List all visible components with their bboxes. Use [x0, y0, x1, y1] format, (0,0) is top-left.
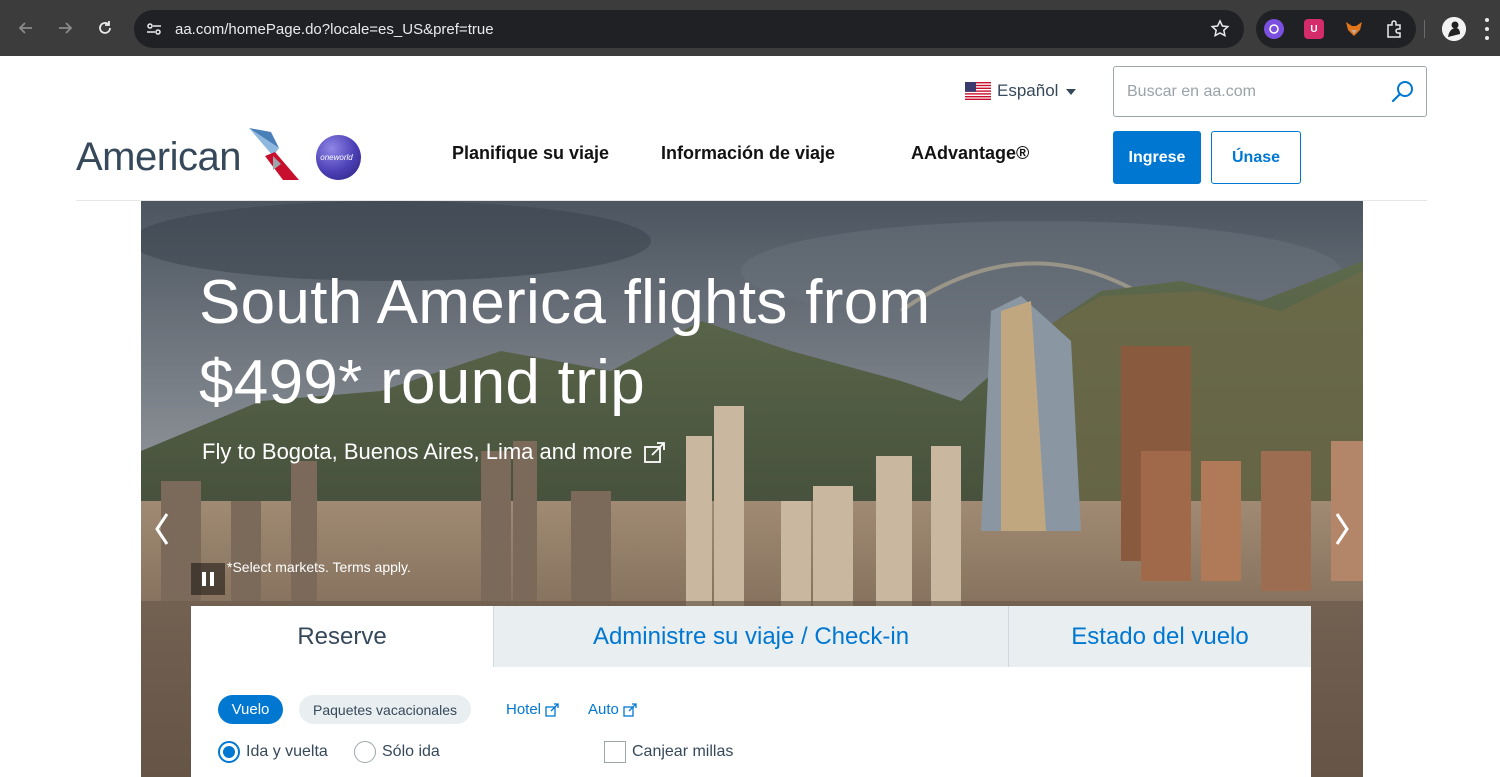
hero-subhead-link[interactable]: Fly to Bogota, Buenos Aires, Lima and mo… — [202, 439, 668, 465]
hotel-link-label: Hotel — [506, 701, 542, 718]
reload-icon[interactable] — [93, 16, 117, 40]
american-airlines-logo[interactable]: American — [76, 128, 301, 186]
radio-one-way-label: Sólo ida — [382, 743, 440, 760]
radio-round-trip[interactable]: Ida y vuelta — [218, 741, 328, 763]
site-info-icon[interactable] — [144, 19, 164, 39]
product-vacation-packages[interactable]: Paquetes vacacionales — [299, 695, 471, 724]
booking-widget: Reserve Administre su viaje / Check-in E… — [191, 606, 1311, 777]
browser-toolbar: aa.com/homePage.do?locale=es_US&pref=tru… — [0, 0, 1500, 56]
redeem-miles-label: Canjear millas — [632, 743, 734, 760]
carousel-prev-icon[interactable] — [149, 509, 175, 549]
nav-plan-trip[interactable]: Planifique su viaje — [452, 143, 609, 164]
hero-subhead-text: Fly to Bogota, Buenos Aires, Lima and mo… — [202, 439, 633, 464]
hotel-link[interactable]: Hotel — [506, 701, 559, 718]
nav-travel-info[interactable]: Información de viaje — [661, 143, 835, 164]
us-flag-icon — [965, 82, 991, 100]
radio-one-way[interactable]: Sólo ida — [354, 741, 440, 763]
nav-aadvantage[interactable]: AAdvantage® — [911, 143, 1029, 164]
extensions-area: U — [1256, 10, 1416, 48]
tab-flight-status[interactable]: Estado del vuelo — [1008, 606, 1311, 667]
back-arrow-icon[interactable] — [14, 16, 38, 40]
external-link-icon — [644, 442, 666, 463]
radio-indicator[interactable] — [218, 741, 240, 763]
kebab-menu-icon[interactable] — [1484, 18, 1490, 40]
booking-tabs: Reserve Administre su viaje / Check-in E… — [191, 606, 1311, 667]
carousel-pause-button[interactable] — [191, 563, 225, 595]
redeem-miles-checkbox[interactable]: Canjear millas — [604, 741, 733, 763]
fox-extension-icon[interactable] — [1344, 19, 1364, 39]
site-search — [1113, 66, 1427, 117]
tab-manage-trip[interactable]: Administre su viaje / Check-in — [493, 606, 1008, 667]
puzzle-icon[interactable] — [1384, 19, 1404, 39]
checkbox-box[interactable] — [604, 741, 626, 763]
language-selector[interactable]: Español — [965, 79, 1077, 103]
external-link-icon — [623, 702, 637, 717]
forward-arrow-icon[interactable] — [53, 16, 77, 40]
star-icon[interactable] — [1210, 19, 1230, 39]
radio-round-trip-label: Ida y vuelta — [246, 743, 328, 760]
caret-down-icon — [1066, 89, 1077, 95]
address-bar[interactable]: aa.com/homePage.do?locale=es_US&pref=tru… — [134, 10, 1244, 48]
profile-avatar[interactable] — [1442, 17, 1466, 41]
logo-wordmark: American — [76, 134, 241, 179]
car-link[interactable]: Auto — [588, 701, 637, 718]
oneworld-text: oneworld — [320, 153, 353, 162]
hero-headline[interactable]: South America flights from $499* round t… — [199, 263, 959, 423]
hero-terms: *Select markets. Terms apply. — [227, 559, 411, 575]
url-text[interactable]: aa.com/homePage.do?locale=es_US&pref=tru… — [175, 21, 494, 38]
search-input[interactable] — [1127, 80, 1377, 104]
toolbar-divider — [1424, 20, 1425, 38]
carousel-next-icon[interactable] — [1329, 509, 1355, 549]
external-link-icon — [545, 702, 559, 717]
flight-symbol-icon — [248, 128, 299, 180]
tab-book[interactable]: Reserve — [191, 606, 493, 667]
join-button[interactable]: Únase — [1211, 131, 1301, 184]
shield-extension-icon[interactable]: U — [1304, 19, 1324, 39]
car-link-label: Auto — [588, 701, 619, 718]
language-label: Español — [997, 81, 1059, 100]
oneworld-logo[interactable]: oneworld — [316, 135, 361, 180]
login-button[interactable]: Ingrese — [1113, 131, 1201, 184]
search-icon[interactable] — [1390, 79, 1416, 105]
product-flight[interactable]: Vuelo — [218, 695, 283, 724]
radio-indicator[interactable] — [354, 741, 376, 763]
extension-purple-icon[interactable] — [1264, 19, 1284, 39]
